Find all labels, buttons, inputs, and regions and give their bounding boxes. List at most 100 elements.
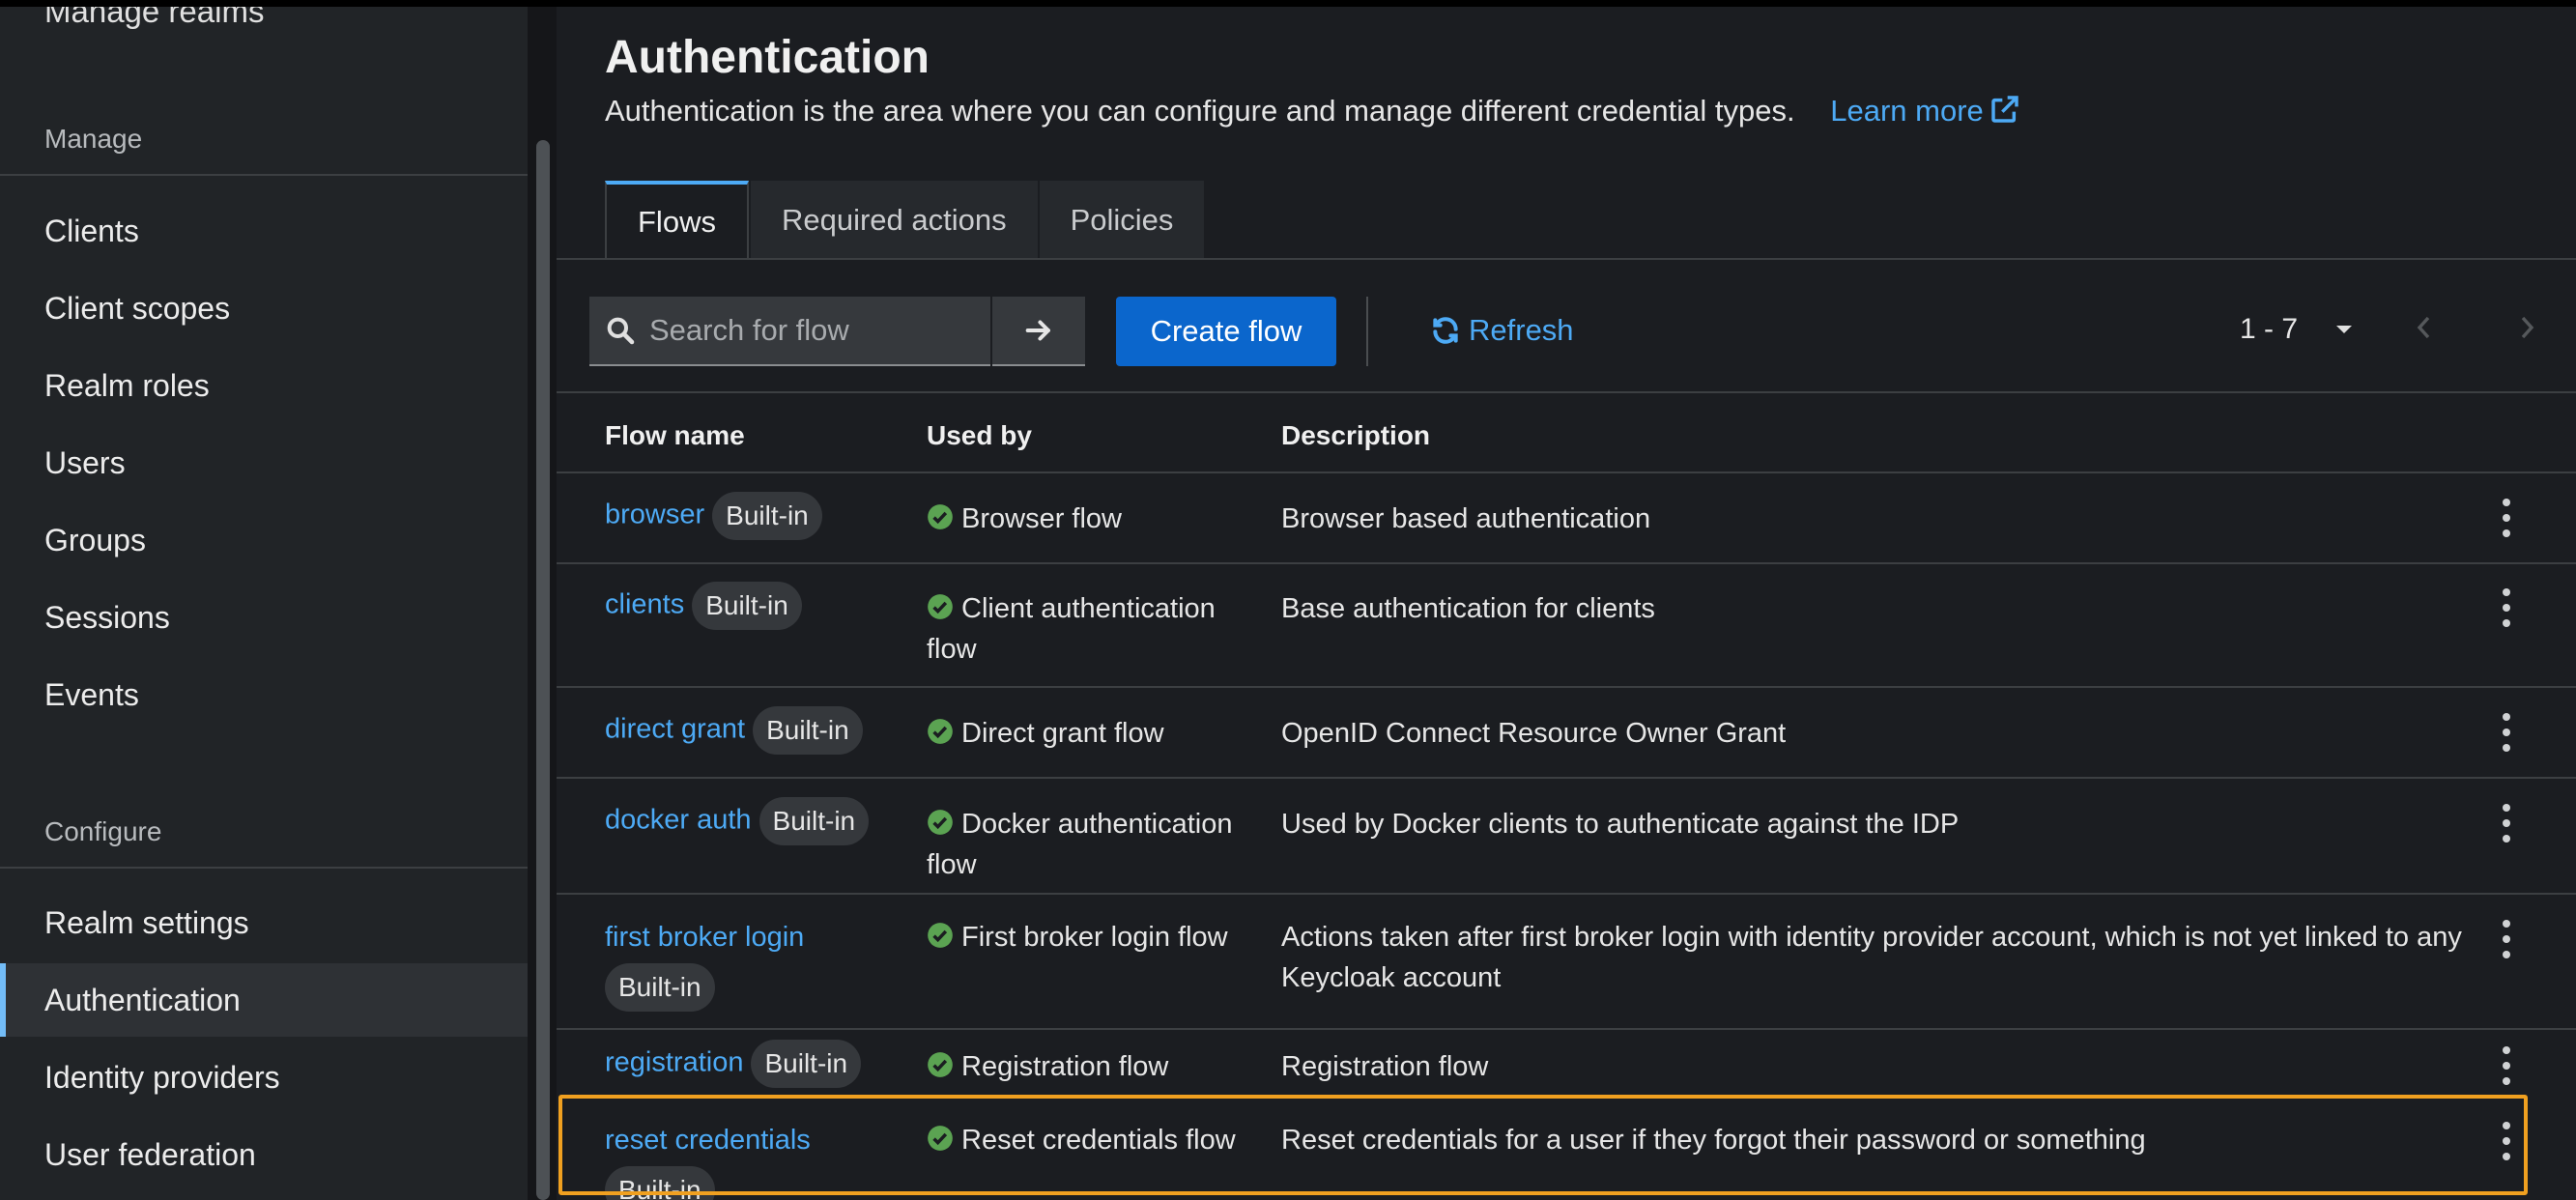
row-actions-kebab-icon[interactable]	[2492, 1122, 2521, 1160]
column-header-used-by: Used by	[927, 420, 1032, 450]
table-row: docker auth Built-in Docker authenticatio…	[557, 779, 2576, 893]
tab-bar: Flows Required actions Policies	[605, 181, 1206, 260]
refresh-icon	[1433, 317, 1458, 344]
flow-name-cell: direct grant Built-in	[605, 706, 863, 755]
check-circle-icon	[928, 1052, 953, 1077]
flow-link-browser[interactable]: browser	[605, 500, 704, 530]
used-by-text: Docker authentication flow	[927, 809, 1233, 880]
page-description-text: Authentication is the area where you can…	[605, 94, 1795, 128]
table-row: clients Built-in Client authentication fl…	[557, 564, 2576, 686]
next-page-button[interactable]	[2518, 314, 2535, 346]
page-description: Authentication is the area where you can…	[605, 94, 2020, 129]
description-cell: Actions taken after first broker login w…	[1281, 922, 2462, 993]
row-actions-kebab-icon[interactable]	[2492, 1046, 2521, 1085]
built-in-badge: Built-in	[712, 492, 822, 540]
used-by-cell: First broker login flow	[927, 917, 1236, 957]
search-input[interactable]	[649, 313, 978, 348]
sidebar-item-manage-realms[interactable]: Manage realms	[44, 7, 264, 30]
sidebar-scrollbar-thumb[interactable]	[536, 140, 550, 1200]
refresh-label: Refresh	[1469, 313, 1574, 347]
page-title: Authentication	[605, 32, 930, 83]
built-in-badge: Built-in	[605, 963, 715, 1012]
row-actions-kebab-icon[interactable]	[2492, 804, 2521, 843]
sidebar-item-client-scopes[interactable]: Client scopes	[0, 271, 528, 345]
sidebar-item-groups[interactable]: Groups	[0, 503, 528, 577]
flow-name-cell: first broker login Built-in	[605, 917, 895, 1012]
table-row: first broker login Built-in First broker …	[557, 895, 2576, 1030]
row-actions-kebab-icon[interactable]	[2492, 588, 2521, 627]
toolbar-divider-line	[557, 391, 2576, 393]
arrow-right-icon	[1025, 320, 1050, 341]
flow-name-cell: browser Built-in	[605, 492, 822, 540]
description-cell: Reset credentials for a user if they for…	[1281, 1125, 2146, 1156]
sidebar-item-identity-providers[interactable]: Identity providers	[0, 1041, 528, 1114]
flow-name-cell: reset credentials Built-in	[605, 1120, 895, 1200]
tab-required-actions[interactable]: Required actions	[750, 181, 1038, 260]
used-by-text: Registration flow	[961, 1051, 1169, 1082]
pagination-range: 1 - 7	[2240, 313, 2299, 345]
column-header-description: Description	[1281, 420, 1431, 450]
create-flow-button[interactable]: Create flow	[1116, 297, 1336, 366]
previous-page-button[interactable]	[2416, 314, 2433, 346]
sidebar-item-events[interactable]: Events	[0, 658, 528, 731]
sidebar-divider	[0, 867, 528, 869]
section-title-configure: Configure	[44, 816, 162, 846]
used-by-cell: Client authentication flow	[927, 588, 1236, 670]
check-circle-icon	[928, 594, 953, 619]
check-circle-icon	[928, 1126, 953, 1151]
sidebar-divider	[0, 174, 528, 176]
search-box	[589, 297, 990, 366]
caret-down-icon	[2336, 326, 2353, 333]
top-bar	[0, 0, 2576, 7]
flow-name-cell: registration Built-in	[605, 1040, 862, 1088]
learn-more-link[interactable]: Learn more	[1830, 94, 2020, 128]
tab-flows[interactable]: Flows	[605, 181, 749, 260]
chevron-left-icon	[2417, 316, 2430, 339]
sidebar-item-user-federation[interactable]: User federation	[0, 1118, 528, 1191]
sidebar-item-authentication[interactable]: Authentication	[0, 963, 528, 1037]
flow-link-clients[interactable]: clients	[605, 589, 684, 620]
flow-link-reset-credentials[interactable]: reset credentials	[605, 1125, 811, 1156]
used-by-cell: Reset credentials flow	[927, 1120, 1236, 1160]
table-row: browser Built-in Browser flow Browser bas…	[557, 473, 2576, 562]
used-by-text: Direct grant flow	[961, 718, 1164, 749]
toolbar-divider	[1366, 297, 1368, 366]
table-row: reset credentials Built-in Reset credenti…	[557, 1107, 2576, 1200]
check-circle-icon	[928, 923, 953, 948]
sidebar-item-clients[interactable]: Clients	[0, 194, 528, 268]
sidebar-item-realm-roles[interactable]: Realm roles	[0, 349, 528, 422]
built-in-badge: Built-in	[758, 797, 870, 845]
flow-link-first-broker-login[interactable]: first broker login	[605, 922, 804, 953]
row-actions-kebab-icon[interactable]	[2492, 920, 2521, 958]
row-actions-kebab-icon[interactable]	[2492, 713, 2521, 752]
used-by-text: Reset credentials flow	[961, 1125, 1236, 1156]
sidebar-item-realm-settings[interactable]: Realm settings	[0, 886, 528, 959]
description-cell: Browser based authentication	[1281, 503, 1651, 534]
learn-more-label: Learn more	[1830, 94, 1984, 128]
check-circle-icon	[928, 719, 953, 744]
chevron-right-icon	[2521, 316, 2534, 339]
row-actions-kebab-icon[interactable]	[2492, 499, 2521, 537]
flow-link-direct-grant[interactable]: direct grant	[605, 714, 745, 745]
main-content: Authentication Authentication is the are…	[557, 7, 2576, 1200]
flow-name-cell: docker auth Built-in	[605, 797, 870, 845]
search-submit-button[interactable]	[992, 297, 1085, 366]
used-by-text: Browser flow	[961, 503, 1122, 534]
check-circle-icon	[928, 810, 953, 835]
sidebar-item-sessions[interactable]: Sessions	[0, 581, 528, 654]
description-cell: Used by Docker clients to authenticate a…	[1281, 809, 1960, 840]
external-link-icon	[1991, 96, 2018, 123]
flow-name-cell: clients Built-in	[605, 582, 802, 630]
section-title-manage: Manage	[44, 124, 143, 154]
pagination-toggle[interactable]: 1 - 7	[2240, 313, 2354, 346]
flow-link-docker-auth[interactable]: docker auth	[605, 805, 752, 836]
sidebar-item-users[interactable]: Users	[0, 426, 528, 500]
search-icon	[607, 317, 635, 345]
description-cell: Base authentication for clients	[1281, 593, 1655, 624]
used-by-cell: Docker authentication flow	[927, 804, 1236, 885]
refresh-button[interactable]: Refresh	[1430, 313, 1574, 348]
flow-link-registration[interactable]: registration	[605, 1047, 743, 1078]
description-cell: OpenID Connect Resource Owner Grant	[1281, 718, 1787, 749]
used-by-cell: Registration flow	[927, 1046, 1236, 1087]
tab-policies[interactable]: Policies	[1039, 181, 1205, 260]
